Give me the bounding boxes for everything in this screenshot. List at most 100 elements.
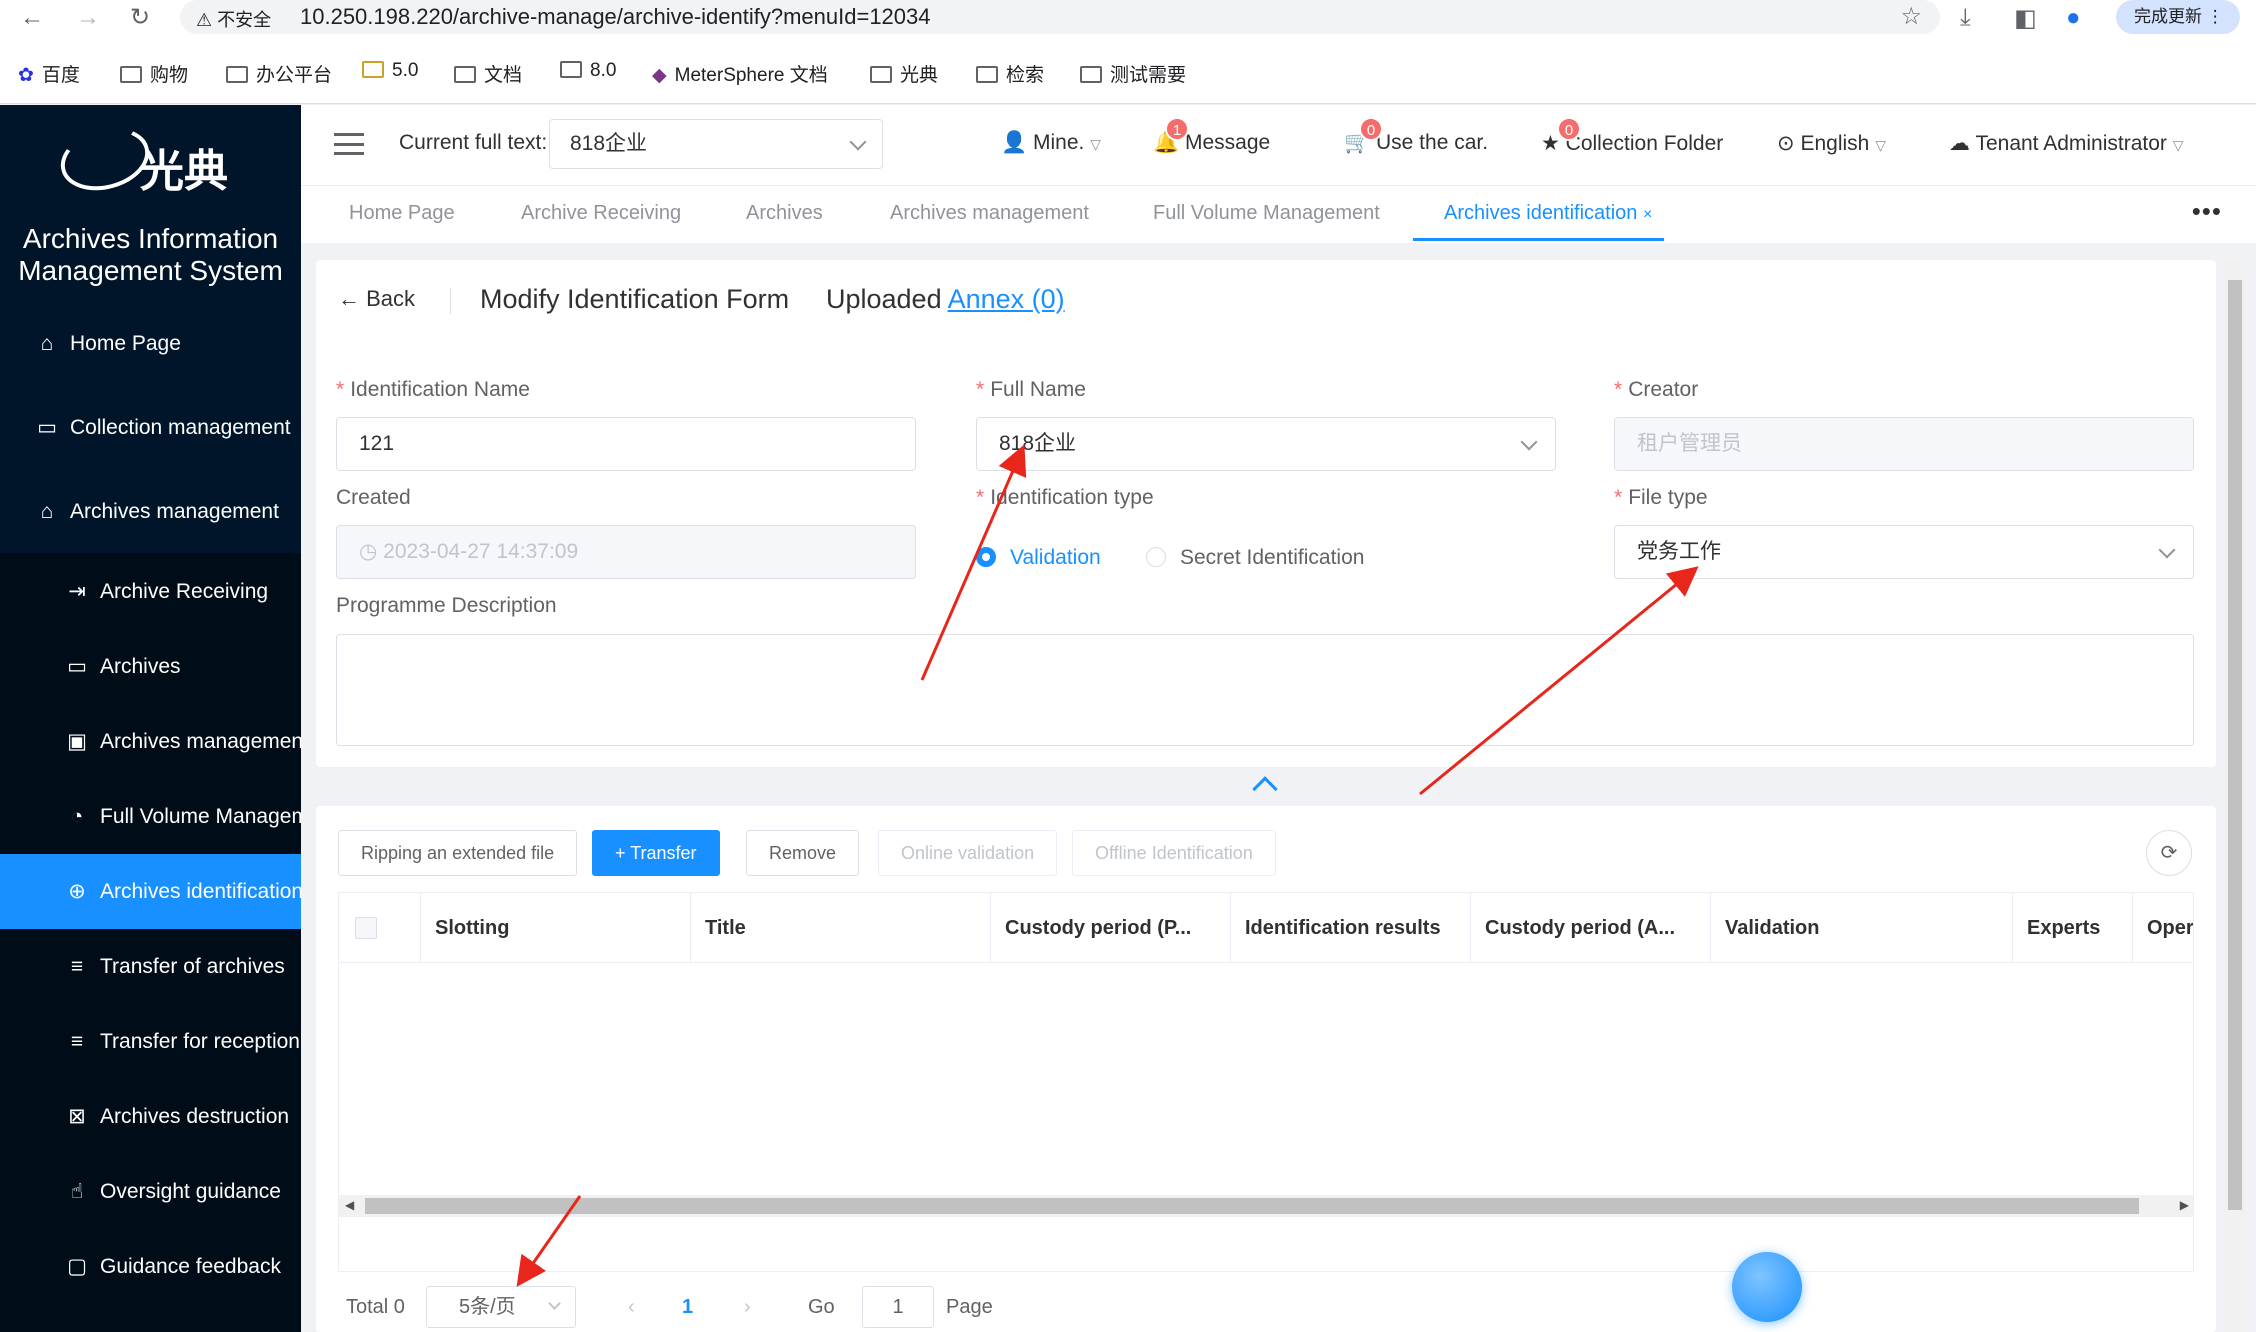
close-icon[interactable]: × [1643,206,1652,223]
sidebar-item-feedback[interactable]: ▢ Guidance feedback [0,1229,301,1304]
reload-icon[interactable]: ↻ [124,2,156,34]
scrollbar-thumb[interactable] [2228,280,2242,1210]
column-custody-period-a[interactable]: Custody period (A... [1471,893,1711,963]
floating-assistant-button[interactable] [1732,1252,1802,1322]
vertical-scrollbar[interactable] [2224,260,2246,1332]
menu-toggle-icon[interactable] [334,133,364,155]
refresh-icon[interactable]: ⟳ [2146,830,2192,876]
column-custody-period-p[interactable]: Custody period (P... [991,893,1231,963]
bookmark-office[interactable]: 办公平台 [226,60,332,87]
page-size-select[interactable]: 5条/页 [426,1286,576,1328]
full-name-select[interactable]: 818企业 [976,417,1556,471]
sidebar-item-archives-management[interactable]: ⌂ Archives management [0,474,301,549]
user-icon: 👤 [1001,131,1028,154]
sidebar-item-destruction[interactable]: ⊠ Archives destruction [0,1079,301,1154]
chevron-down-icon [1520,433,1538,451]
column-operation[interactable]: Oper [2133,893,2193,963]
sidebar-item-archives-identification[interactable]: ⊕ Archives identification [0,854,301,929]
current-fulltext-select[interactable]: 818企业 [549,119,883,169]
column-validation[interactable]: Validation [1711,893,2013,963]
sidebar-item-label: Home Page [70,332,181,355]
sidebar-item-archive-receiving[interactable]: ⇥ Archive Receiving [0,554,301,629]
remove-button[interactable]: Remove [746,830,860,876]
ripping-extended-file-button[interactable]: Ripping an extended file [338,830,578,876]
download-icon[interactable]: ⤓ [1960,4,1971,32]
folder-icon [120,66,142,83]
radio-label: Secret Identification [1180,546,1365,569]
goto-page-input[interactable]: 1 [862,1286,934,1328]
role-select[interactable]: ☁ Tenant Administrator ▽ [1949,131,2184,156]
radio-validation[interactable]: Validation [976,546,1101,570]
file-type-select[interactable]: 党务工作 [1614,525,2194,579]
sidebar-item-label: Full Volume Management [100,805,301,828]
language-select[interactable]: ⊙ English ▽ [1777,131,1886,156]
radio-secret-identification[interactable]: Secret Identification [1146,546,1364,570]
creator-input: 租户管理员 [1614,417,2194,471]
forward-arrow-icon[interactable]: → [72,2,104,34]
online-validation-button[interactable]: Online validation [878,830,1058,876]
column-slotting[interactable]: Slotting [421,893,691,963]
page-number[interactable]: 1 [682,1296,693,1319]
tab-archive-receiving[interactable]: Archive Receiving [521,202,681,225]
sidebar-item-archives-mgmt-sub[interactable]: ▣ Archives management [0,704,301,779]
bookmark-search[interactable]: 检索 [976,60,1044,87]
sidepanel-icon[interactable]: ◧ [2014,4,2037,33]
folder-icon [454,66,476,83]
more-icon[interactable]: ••• [2192,196,2222,227]
back-arrow-icon[interactable]: ← [16,2,48,34]
bookmark-label: 检索 [1006,65,1045,86]
scrollbar-thumb[interactable] [365,1198,2139,1214]
sidebar-item-full-volume[interactable]: ◔ Full Volume Management [0,779,301,854]
transfer-button[interactable]: + Transfer [592,830,720,876]
bookmark-shopping[interactable]: 购物 [120,60,188,87]
bookmark-baidu[interactable]: ✿ 百度 [18,60,80,87]
column-title[interactable]: Title [691,893,991,963]
sidebar-item-transfer-archives[interactable]: ≡ Transfer of archives [0,929,301,1004]
plus-icon: + [615,843,626,863]
update-label: 完成更新 [2134,7,2202,26]
bookmark-testing[interactable]: 测试需要 [1080,60,1186,87]
bookmark-docs[interactable]: 文档 [454,60,522,87]
bank-icon: ⌂ [40,500,54,523]
collapse-up-icon[interactable] [1252,776,1278,802]
bookmark-star-icon[interactable]: ☆ [1900,2,1922,31]
security-warning[interactable]: ⚠ 不安全 [196,6,271,32]
user-label: Mine. [1033,131,1085,154]
next-page-icon[interactable]: › [744,1296,751,1319]
bookmark-guangdian[interactable]: 光典 [870,60,938,87]
profile-icon[interactable]: ● [2066,4,2081,32]
horizontal-scrollbar[interactable]: ◀ ▶ [339,1195,2193,1217]
tab-full-volume[interactable]: Full Volume Management [1153,202,1380,225]
tab-archives-identification[interactable]: Archives identification × [1444,202,1652,225]
column-experts[interactable]: Experts [2013,893,2133,963]
scroll-left-icon[interactable]: ◀ [345,1198,354,1212]
bookmark-5-0[interactable]: 5.0 [362,60,418,82]
sidebar-item-label: Archives identification [100,880,301,903]
sidebar-item-archives[interactable]: ▭ Archives [0,629,301,704]
column-identification-results[interactable]: Identification results [1231,893,1471,963]
tab-archives[interactable]: Archives [746,202,823,225]
identification-name-input[interactable]: 121 [336,417,916,471]
bookmark-metersphere[interactable]: ◆ MeterSphere 文档 [652,60,828,87]
address-bar[interactable]: ⚠ 不安全 10.250.198.220/archive-manage/arch… [180,0,1940,34]
tab-archives-management[interactable]: Archives management [890,202,1089,225]
scroll-right-icon[interactable]: ▶ [2180,1198,2189,1212]
prev-page-icon[interactable]: ‹ [628,1296,635,1319]
sidebar-item-oversight[interactable]: ☝ Oversight guidance [0,1154,301,1229]
url-text[interactable]: 10.250.198.220/archive-manage/archive-id… [300,4,931,30]
tab-home[interactable]: Home Page [349,202,455,225]
paw-icon: ✿ [18,65,34,86]
annex-link[interactable]: Annex (0) [948,284,1065,314]
bookmark-8-0[interactable]: 8.0 [560,60,616,82]
programme-description-textarea[interactable] [336,634,2194,746]
back-button[interactable]: ← Back [338,286,415,312]
sidebar-item-transfer-reception[interactable]: ≡ Transfer for reception [0,1004,301,1079]
user-menu[interactable]: 👤 Mine. ▽ [1001,131,1101,155]
sidebar-item-home[interactable]: ⌂ Home Page [0,306,301,381]
label-text: Creator [1628,378,1699,401]
offline-identification-button[interactable]: Offline Identification [1072,830,1276,876]
select-all-checkbox[interactable] [355,917,377,939]
update-button[interactable]: 完成更新 ⋮ [2116,0,2240,34]
sidebar-item-collection[interactable]: ▭ Collection management [0,390,301,465]
top-header: Current full text: 818企业 👤 Mine. ▽ 🔔 Mes… [301,105,2256,185]
